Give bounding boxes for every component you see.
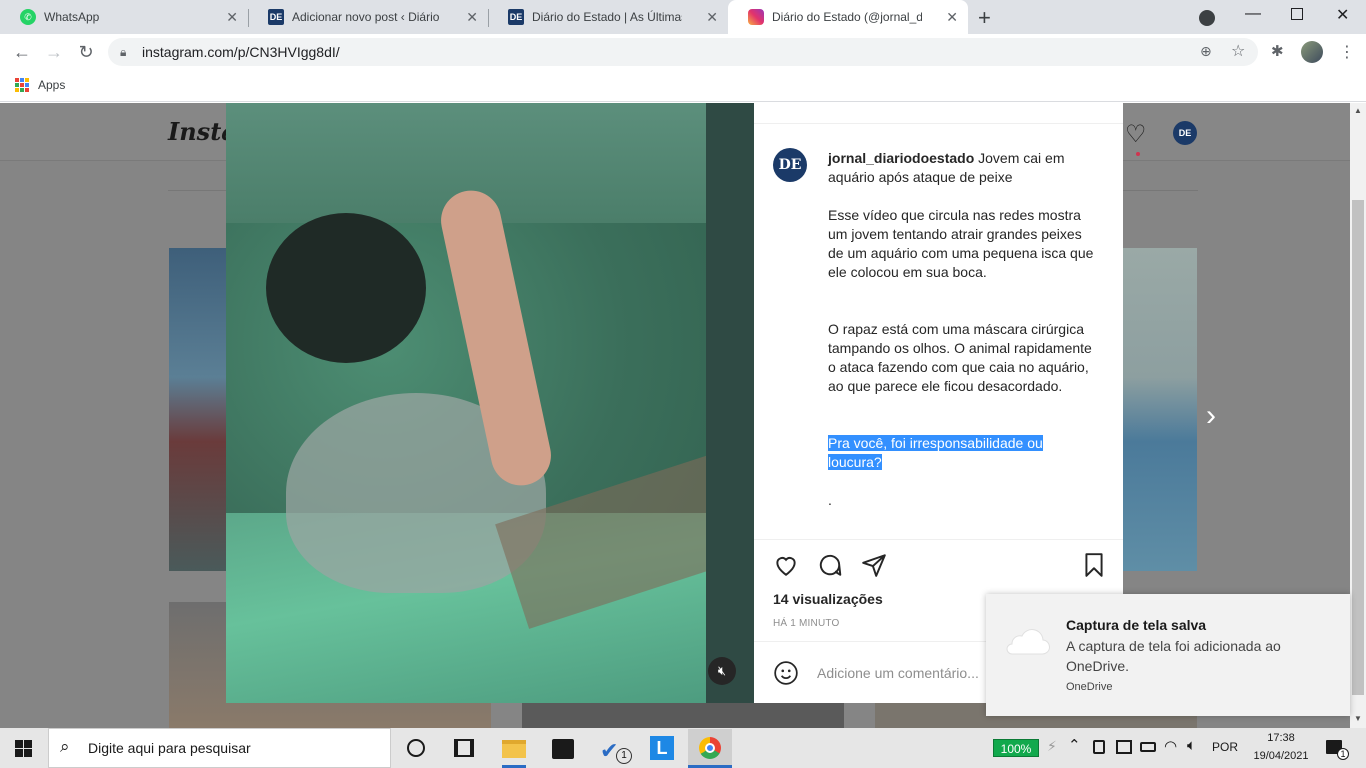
like-heart-icon[interactable] bbox=[773, 552, 799, 578]
power-icon[interactable]: ⚡︎ bbox=[1047, 738, 1057, 755]
video-region bbox=[706, 103, 754, 703]
file-explorer-icon[interactable] bbox=[502, 740, 526, 758]
minimize-button[interactable]: — bbox=[1245, 5, 1261, 23]
scrollbar-thumb[interactable] bbox=[1352, 200, 1364, 695]
bookmark-star-icon[interactable]: ☆ bbox=[1231, 41, 1245, 61]
lock-icon[interactable]: 🔒︎ bbox=[120, 45, 126, 60]
next-post-chevron-icon[interactable]: › bbox=[1206, 399, 1216, 433]
clock-time[interactable]: 17:38 bbox=[1250, 732, 1312, 744]
profile-avatar[interactable] bbox=[1301, 41, 1323, 63]
close-tab-icon[interactable]: ✕ bbox=[226, 9, 238, 26]
display-icon[interactable] bbox=[1116, 740, 1132, 754]
search-icon[interactable]: ⌕ bbox=[60, 737, 70, 757]
toast-body: A captura de tela foi adicionada ao OneD… bbox=[1066, 638, 1281, 674]
reload-button[interactable]: ↻ bbox=[74, 40, 98, 64]
close-tab-icon[interactable]: ✕ bbox=[466, 9, 478, 26]
new-tab-button[interactable]: + bbox=[978, 5, 991, 31]
back-button[interactable]: ← bbox=[10, 40, 34, 64]
bookmarks-bar: Apps bbox=[0, 70, 1366, 102]
diario-do-estado-favicon: DE bbox=[508, 9, 524, 25]
divider bbox=[754, 123, 1123, 124]
caption-paragraph: Esse vídeo que circula nas redes mostra … bbox=[828, 207, 1094, 280]
battery-percent-badge[interactable]: 100% bbox=[993, 739, 1039, 757]
divider bbox=[754, 539, 1123, 540]
l-app-icon[interactable]: L bbox=[650, 736, 674, 760]
chrome-taskbar-center bbox=[705, 743, 715, 753]
close-tab-icon[interactable]: ✕ bbox=[946, 9, 958, 26]
whatsapp-icon: ✆ bbox=[20, 9, 36, 25]
toast-title: Captura de tela salva bbox=[1066, 617, 1207, 633]
extensions-icon[interactable]: ✱ bbox=[1271, 42, 1284, 60]
caption-dot: . bbox=[828, 492, 832, 508]
emoji-icon[interactable] bbox=[773, 660, 799, 686]
scroll-up-arrow-icon[interactable]: ▲ bbox=[1354, 106, 1362, 115]
tab-diario-do-estado[interactable]: DE Diário do Estado | As Últimas Not ✕ bbox=[488, 0, 728, 34]
chrome-menu-icon[interactable]: ⋮ bbox=[1339, 42, 1355, 62]
tab-instagram[interactable]: Diário do Estado (@jornal_diario ✕ bbox=[728, 0, 968, 34]
views-count[interactable]: 14 visualizações bbox=[773, 591, 883, 607]
comment-icon[interactable] bbox=[817, 552, 843, 578]
taskbar-search-placeholder[interactable]: Digite aqui para pesquisar bbox=[88, 740, 251, 756]
onedrive-cloud-icon bbox=[1006, 629, 1050, 655]
activity-dot bbox=[1136, 152, 1140, 156]
selected-text: Pra você, foi irresponsabilidade ou louc… bbox=[828, 435, 1043, 470]
forward-button[interactable]: → bbox=[42, 40, 66, 64]
action-center-badge: 1 bbox=[1337, 748, 1349, 760]
zoom-icon[interactable]: ⊕ bbox=[1200, 43, 1212, 60]
apps-grid-icon[interactable] bbox=[15, 78, 29, 92]
tray-chevron-up-icon[interactable]: ⌃ bbox=[1068, 736, 1081, 754]
close-tab-icon[interactable]: ✕ bbox=[706, 9, 718, 26]
caption-first-line: jornal_diariodoestado Jovem cai em aquár… bbox=[828, 149, 1098, 187]
share-send-icon[interactable] bbox=[861, 552, 887, 578]
grid-thumbnail[interactable] bbox=[522, 702, 844, 728]
caption-paragraph: O rapaz está com uma máscara cirúrgica t… bbox=[828, 321, 1092, 394]
save-bookmark-icon[interactable] bbox=[1081, 552, 1107, 578]
tab-strip: ✆ WhatsApp ✕ DE Adicionar novo post ‹ Di… bbox=[0, 0, 1366, 34]
restore-button[interactable] bbox=[1291, 8, 1303, 20]
cortana-icon[interactable] bbox=[407, 739, 425, 757]
tab-search-button[interactable] bbox=[1199, 10, 1215, 26]
input-language[interactable]: POR bbox=[1212, 740, 1238, 754]
todo-badge: 1 bbox=[616, 748, 632, 764]
tab-title: Adicionar novo post ‹ Diário do E bbox=[292, 10, 442, 24]
comment-input[interactable]: Adicione um comentário... bbox=[817, 665, 979, 681]
task-view-icon[interactable] bbox=[454, 739, 474, 757]
todo-icon[interactable]: ✔ bbox=[600, 738, 618, 764]
instagram-icon bbox=[748, 9, 764, 25]
scroll-down-arrow-icon[interactable]: ▼ bbox=[1354, 714, 1362, 723]
close-window-button[interactable]: ✕ bbox=[1336, 5, 1349, 25]
tab-title: Diário do Estado (@jornal_diario bbox=[772, 10, 922, 24]
tab-whatsapp[interactable]: ✆ WhatsApp ✕ bbox=[0, 0, 249, 34]
activity-heart-icon[interactable]: ♡ bbox=[1125, 120, 1147, 149]
mute-icon[interactable]: 🔇︎ bbox=[708, 657, 736, 685]
url-text[interactable]: instagram.com/p/CN3HVIgg8dI/ bbox=[142, 44, 340, 60]
apps-bookmark[interactable]: Apps bbox=[38, 78, 65, 92]
author-avatar[interactable]: DE bbox=[773, 148, 807, 182]
battery-icon[interactable] bbox=[1140, 742, 1156, 752]
store-icon[interactable] bbox=[552, 739, 574, 759]
diario-do-estado-favicon: DE bbox=[268, 9, 284, 25]
volume-icon[interactable]: 🔈︎ bbox=[1187, 737, 1196, 754]
video-figure bbox=[266, 213, 426, 363]
clock-date[interactable]: 19/04/2021 bbox=[1246, 750, 1316, 762]
device-icon[interactable] bbox=[1093, 740, 1105, 754]
wifi-icon[interactable]: ◠ bbox=[1164, 737, 1177, 755]
tab-title: WhatsApp bbox=[44, 10, 100, 24]
notification-toast[interactable]: Captura de tela salva A captura de tela … bbox=[986, 594, 1350, 716]
caption-username[interactable]: jornal_diariodoestado bbox=[828, 150, 974, 166]
post-timestamp[interactable]: HÁ 1 MINUTO bbox=[773, 618, 839, 629]
profile-avatar-nav[interactable]: DE bbox=[1173, 121, 1197, 145]
windows-start-icon[interactable] bbox=[15, 740, 32, 757]
grid-thumbnail[interactable] bbox=[1123, 248, 1197, 571]
caption-question: Pra você, foi irresponsabilidade ou louc… bbox=[828, 434, 1068, 472]
toast-app-name: OneDrive bbox=[1066, 681, 1113, 693]
tab-adicionar-post[interactable]: DE Adicionar novo post ‹ Diário do E ✕ bbox=[248, 0, 489, 34]
grid-thumbnail[interactable] bbox=[169, 248, 226, 571]
tab-title: Diário do Estado | As Últimas Not bbox=[532, 10, 682, 24]
post-video[interactable]: 🔇︎ bbox=[226, 103, 754, 703]
